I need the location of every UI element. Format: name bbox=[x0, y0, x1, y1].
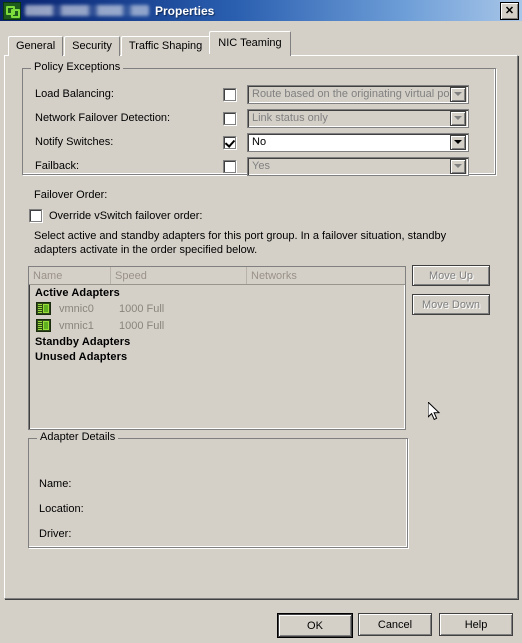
chevron-down-icon[interactable] bbox=[450, 158, 466, 174]
cancel-button[interactable]: Cancel bbox=[358, 613, 432, 636]
detail-driver-label: Driver: bbox=[39, 528, 72, 540]
policy-exceptions-group: Policy Exceptions Load Balancing: Route … bbox=[22, 62, 496, 176]
title-hostname-redacted bbox=[25, 5, 149, 16]
active-tab-seam bbox=[201, 54, 267, 57]
network-adapter-icon bbox=[36, 302, 51, 315]
row-load-balancing: Load Balancing: Route based on the origi… bbox=[23, 84, 495, 104]
failback-label: Failback: bbox=[35, 160, 80, 172]
adapter-networks-redacted bbox=[225, 320, 395, 331]
network-failover-detection-dropdown[interactable]: Link status only bbox=[247, 108, 469, 128]
group-standby-adapters: Standby Adapters bbox=[35, 336, 131, 348]
group-active-adapters: Active Adapters bbox=[35, 287, 120, 299]
move-up-button[interactable]: Move Up bbox=[412, 265, 490, 286]
window-title: Properties bbox=[155, 3, 215, 18]
adapter-name: vmnic1 bbox=[59, 319, 94, 332]
vswitch-icon bbox=[3, 1, 21, 20]
column-header-name[interactable]: Name bbox=[29, 267, 111, 284]
override-failover-order-label: Override vSwitch failover order: bbox=[49, 209, 203, 222]
ok-button[interactable]: OK bbox=[277, 613, 353, 638]
table-row[interactable]: vmnic0 1000 Full bbox=[29, 300, 405, 317]
help-button[interactable]: Help bbox=[439, 613, 513, 636]
row-notify-switches: Notify Switches: No bbox=[23, 132, 495, 152]
failback-checkbox[interactable] bbox=[223, 159, 236, 173]
load-balancing-value: Route based on the originating virtual p… bbox=[252, 88, 450, 100]
adapter-speed: 1000 Full bbox=[119, 302, 165, 315]
chevron-down-icon[interactable] bbox=[450, 134, 466, 150]
close-icon[interactable]: ✕ bbox=[500, 2, 519, 20]
notify-switches-value: No bbox=[252, 136, 267, 148]
adapter-list[interactable]: Name Speed Networks Active Adapters vmni… bbox=[28, 266, 406, 430]
network-adapter-icon bbox=[36, 319, 51, 332]
row-network-failover-detection: Network Failover Detection: Link status … bbox=[23, 108, 495, 128]
network-failover-detection-label: Network Failover Detection: bbox=[35, 112, 171, 124]
chevron-down-icon[interactable] bbox=[450, 110, 466, 126]
adapter-name: vmnic0 bbox=[59, 302, 94, 315]
table-row[interactable]: vmnic1 1000 Full bbox=[29, 317, 405, 334]
chevron-down-icon[interactable] bbox=[450, 86, 466, 102]
row-failback: Failback: Yes bbox=[23, 156, 495, 176]
adapter-networks-redacted bbox=[225, 303, 395, 314]
tab-strip: General Security Traffic Shaping NIC Tea… bbox=[8, 31, 291, 56]
adapter-details-group: Adapter Details Name: Location: Driver: bbox=[28, 432, 408, 548]
column-header-networks[interactable]: Networks bbox=[247, 267, 405, 284]
adapter-speed: 1000 Full bbox=[119, 319, 165, 332]
failover-order-description: Select active and standby adapters for t… bbox=[34, 230, 447, 256]
tab-traffic-shaping[interactable]: Traffic Shaping bbox=[120, 36, 211, 56]
failback-value: Yes bbox=[252, 160, 270, 172]
override-failover-order-checkbox[interactable] bbox=[29, 209, 42, 222]
load-balancing-dropdown[interactable]: Route based on the originating virtual p… bbox=[247, 84, 469, 104]
title-bar: Properties bbox=[0, 0, 522, 21]
notify-switches-checkbox[interactable] bbox=[223, 135, 236, 149]
adapter-details-legend: Adapter Details bbox=[37, 432, 119, 443]
properties-dialog: Properties ✕ General Security Traffic Sh… bbox=[0, 0, 522, 643]
move-down-button[interactable]: Move Down bbox=[412, 294, 490, 315]
column-header-speed[interactable]: Speed bbox=[111, 267, 247, 284]
tab-security[interactable]: Security bbox=[64, 36, 120, 56]
detail-name-label: Name: bbox=[39, 478, 72, 490]
tab-nic-teaming[interactable]: NIC Teaming bbox=[209, 31, 291, 56]
network-failover-detection-checkbox[interactable] bbox=[223, 111, 236, 125]
override-vswitch-failover-order-row[interactable]: Override vSwitch failover order: bbox=[29, 209, 202, 222]
group-unused-adapters: Unused Adapters bbox=[35, 351, 128, 363]
ok-button-label: OK bbox=[278, 614, 352, 637]
load-balancing-label: Load Balancing: bbox=[35, 88, 114, 100]
failback-dropdown[interactable]: Yes bbox=[247, 156, 469, 176]
detail-location-label: Location: bbox=[39, 503, 84, 515]
notify-switches-label: Notify Switches: bbox=[35, 136, 114, 148]
policy-exceptions-legend: Policy Exceptions bbox=[31, 62, 124, 73]
tab-general[interactable]: General bbox=[8, 36, 64, 56]
load-balancing-checkbox[interactable] bbox=[223, 87, 236, 101]
adapter-list-header: Name Speed Networks bbox=[29, 267, 405, 285]
failover-order-title: Failover Order: bbox=[34, 189, 108, 201]
network-failover-detection-value: Link status only bbox=[252, 112, 328, 124]
notify-switches-dropdown[interactable]: No bbox=[247, 132, 469, 152]
